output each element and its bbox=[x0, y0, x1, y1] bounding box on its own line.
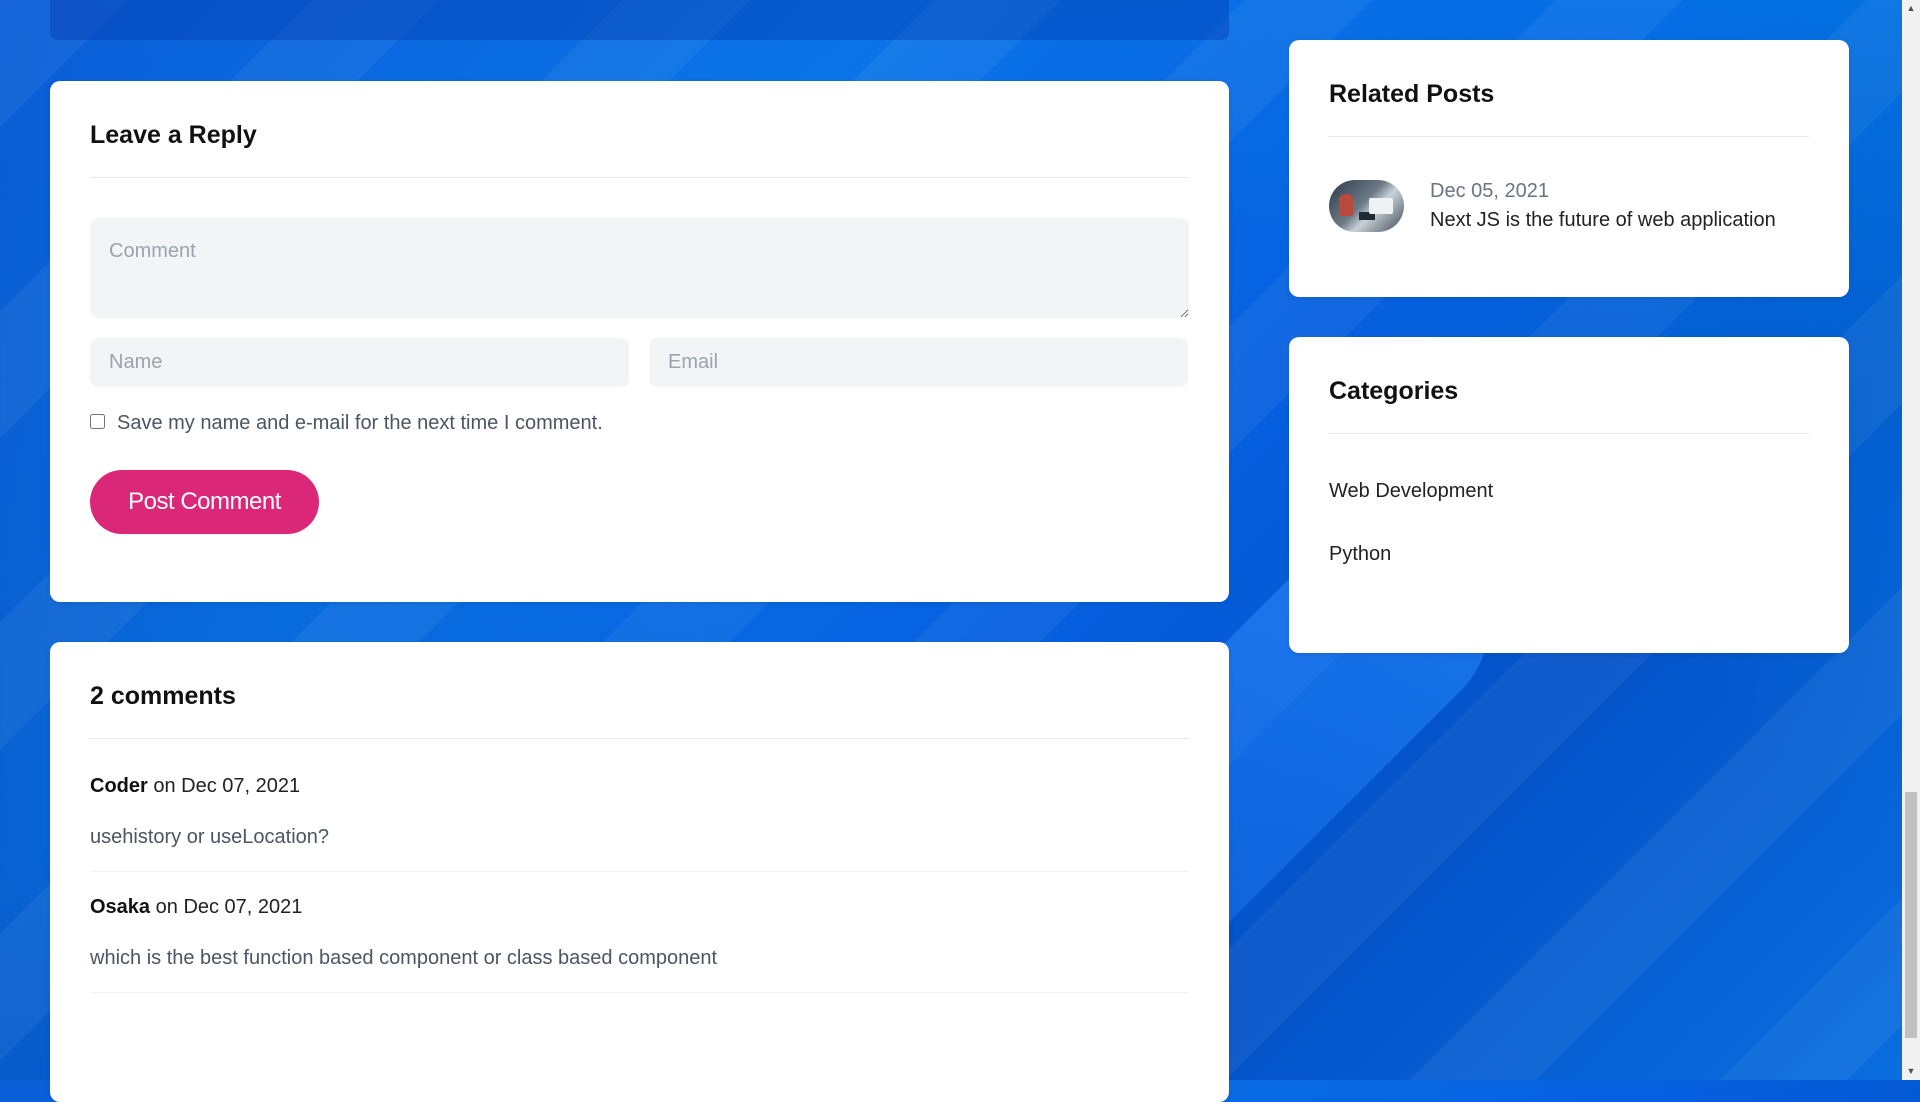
comment-item: Osaka on Dec 07, 2021 which is the best … bbox=[90, 872, 1189, 993]
reply-form-card: Leave a Reply Save my name and e-mail fo… bbox=[50, 81, 1229, 602]
related-post-item[interactable]: Dec 05, 2021 Next JS is the future of we… bbox=[1329, 180, 1809, 232]
scroll-down-arrow-icon[interactable]: ▼ bbox=[1902, 1063, 1920, 1080]
comments-card: 2 comments Coder on Dec 07, 2021 usehist… bbox=[50, 642, 1229, 1102]
categories-title: Categories bbox=[1329, 377, 1809, 434]
comment-meta: Osaka on Dec 07, 2021 bbox=[90, 896, 1189, 919]
save-info-checkbox[interactable] bbox=[90, 414, 105, 429]
comment-date: Dec 07, 2021 bbox=[181, 775, 301, 797]
comments-title: 2 comments bbox=[90, 682, 1189, 739]
reply-title: Leave a Reply bbox=[90, 121, 1189, 178]
related-posts-card: Related Posts Dec 05, 2021 Next JS is th… bbox=[1289, 40, 1849, 297]
comment-date: Dec 07, 2021 bbox=[183, 896, 303, 918]
category-link-python[interactable]: Python bbox=[1329, 543, 1809, 566]
categories-card: Categories Web Development Python bbox=[1289, 337, 1849, 653]
post-comment-button[interactable]: Post Comment bbox=[90, 470, 319, 534]
post-date: Dec 05, 2021 bbox=[1430, 180, 1549, 202]
comment-on: on bbox=[153, 775, 176, 797]
scrollbar-thumb[interactable] bbox=[1905, 792, 1917, 1038]
email-input[interactable] bbox=[649, 338, 1188, 387]
comment-input[interactable] bbox=[90, 218, 1189, 318]
comment-on: on bbox=[155, 896, 178, 918]
related-posts-title: Related Posts bbox=[1329, 80, 1809, 137]
scroll-up-arrow-icon[interactable]: ▲ bbox=[1902, 0, 1920, 17]
comment-meta: Coder on Dec 07, 2021 bbox=[90, 775, 1189, 798]
comment-author: Osaka bbox=[90, 896, 151, 918]
comment-text: which is the best function based compone… bbox=[90, 947, 718, 969]
save-info-label: Save my name and e-mail for the next tim… bbox=[117, 412, 603, 434]
previous-section-edge bbox=[50, 0, 1229, 40]
comment-text: usehistory or useLocation? bbox=[90, 826, 330, 848]
post-thumbnail[interactable] bbox=[1329, 180, 1404, 232]
comment-item: Coder on Dec 07, 2021 usehistory or useL… bbox=[90, 739, 1189, 872]
post-title-link[interactable]: Next JS is the future of web application bbox=[1430, 209, 1776, 232]
post-info: Dec 05, 2021 Next JS is the future of we… bbox=[1430, 180, 1776, 232]
comment-author: Coder bbox=[90, 775, 148, 797]
page-scrollbar[interactable]: ▲ ▼ bbox=[1902, 0, 1920, 1080]
category-link-web-development[interactable]: Web Development bbox=[1329, 480, 1809, 503]
save-info-option[interactable]: Save my name and e-mail for the next tim… bbox=[90, 412, 1189, 435]
name-input[interactable] bbox=[90, 338, 629, 387]
name-email-row bbox=[90, 338, 1189, 387]
